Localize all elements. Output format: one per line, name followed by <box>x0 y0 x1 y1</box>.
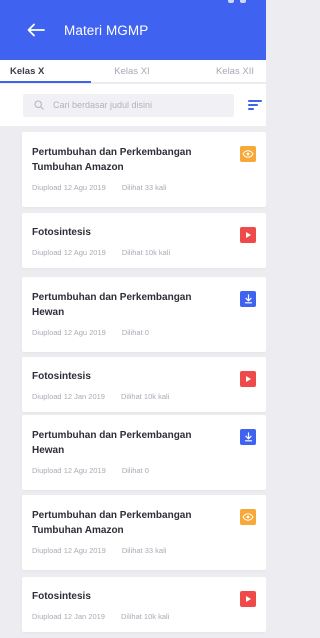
material-title: Pertumbuhan dan Perkembangan Tumbuhan Am… <box>32 147 192 173</box>
material-meta: Diupload 12 Agu 2019 Dilihat 33 kali <box>32 546 166 555</box>
download-button[interactable] <box>240 429 256 445</box>
play-icon <box>246 596 251 602</box>
page-title: Materi MGMP <box>64 22 149 38</box>
status-indicator <box>228 0 246 3</box>
material-title: Pertumbuhan dan Perkembangan Hewan <box>32 292 192 318</box>
upload-date: Diupload 12 Agu 2019 <box>32 328 106 337</box>
video-button[interactable] <box>240 227 256 243</box>
tab-kelas-x[interactable]: Kelas X <box>0 60 92 83</box>
material-meta: Diupload 12 Jan 2019 Dilihat 10k kali <box>32 392 169 401</box>
download-button[interactable] <box>240 291 256 307</box>
material-meta: Diupload 12 Jan 2019 Dilihat 10k kali <box>32 612 169 621</box>
material-card[interactable]: Fotosintesis Diupload 12 Jan 2019 Dilihat … <box>22 357 266 412</box>
material-meta: Diupload 12 Agu 2019 Dilihat 0 <box>32 466 149 475</box>
play-icon <box>246 232 251 238</box>
material-card[interactable]: Pertumbuhan dan Perkembangan Tumbuhan Am… <box>22 132 266 207</box>
upload-date: Diupload 12 Jan 2019 <box>32 612 105 621</box>
material-meta: Diupload 12 Agu 2019 Dilihat 33 kali <box>32 183 166 192</box>
tab-kelas-xi[interactable]: Kelas XI <box>91 60 172 82</box>
view-count: Dilihat 10k kali <box>120 392 170 401</box>
upload-date: Diupload 12 Agu 2019 <box>32 546 106 555</box>
filter-button[interactable] <box>248 98 262 112</box>
material-title: Pertumbuhan dan Perkembangan Hewan <box>32 430 192 456</box>
material-card[interactable]: Pertumbuhan dan Perkembangan Hewan Diuplo… <box>22 415 266 490</box>
tab-kelas-xii[interactable]: Kelas XII <box>173 60 266 82</box>
app-bar: Materi MGMP <box>0 0 266 60</box>
material-title: Fotosintesis <box>32 227 91 238</box>
view-count: Dilihat 10k kali <box>121 248 171 257</box>
material-title: Fotosintesis <box>32 591 91 602</box>
view-count: Dilihat 33 kali <box>121 183 167 192</box>
filter-icon <box>248 100 262 102</box>
view-count: Dilihat 0 <box>121 328 149 337</box>
view-count: Dilihat 33 kali <box>121 546 167 555</box>
video-button[interactable] <box>240 591 256 607</box>
material-card[interactable]: Fotosintesis Diupload 12 Jan 2019 Dilihat … <box>22 577 266 632</box>
view-count: Dilihat 0 <box>121 466 149 475</box>
download-icon <box>244 432 252 442</box>
app-screen: Materi MGMP Kelas X Kelas XI Kelas XII P… <box>0 0 266 638</box>
material-card[interactable]: Pertumbuhan dan Perkembangan Tumbuhan Am… <box>22 495 266 570</box>
upload-date: Diupload 12 Jan 2019 <box>32 392 105 401</box>
material-card[interactable]: Fotosintesis Diupload 12 Agu 2019 Dilihat … <box>22 213 266 268</box>
search-icon <box>34 100 44 110</box>
eye-icon <box>242 513 254 521</box>
search-box[interactable] <box>23 93 234 117</box>
upload-date: Diupload 12 Agu 2019 <box>32 466 106 475</box>
back-button[interactable] <box>22 16 50 44</box>
video-button[interactable] <box>240 371 256 387</box>
class-tabs: Kelas X Kelas XI Kelas XII <box>0 60 266 83</box>
download-icon <box>244 294 252 304</box>
material-title: Pertumbuhan dan Perkembangan Tumbuhan Am… <box>32 510 192 536</box>
material-meta: Diupload 12 Agu 2019 Dilihat 10k kali <box>32 248 170 257</box>
search-bar <box>0 84 266 126</box>
material-card[interactable]: Pertumbuhan dan Perkembangan Hewan Diuplo… <box>22 277 266 352</box>
upload-date: Diupload 12 Agu 2019 <box>32 183 106 192</box>
play-icon <box>246 376 251 382</box>
material-meta: Diupload 12 Agu 2019 Dilihat 0 <box>32 328 149 337</box>
view-button[interactable] <box>240 509 256 525</box>
arrow-left-icon <box>27 23 45 37</box>
material-title: Fotosintesis <box>32 371 91 382</box>
upload-date: Diupload 12 Agu 2019 <box>32 248 106 257</box>
eye-icon <box>242 150 254 158</box>
view-button[interactable] <box>240 146 256 162</box>
view-count: Dilihat 10k kali <box>120 612 170 621</box>
search-input[interactable] <box>53 100 213 110</box>
